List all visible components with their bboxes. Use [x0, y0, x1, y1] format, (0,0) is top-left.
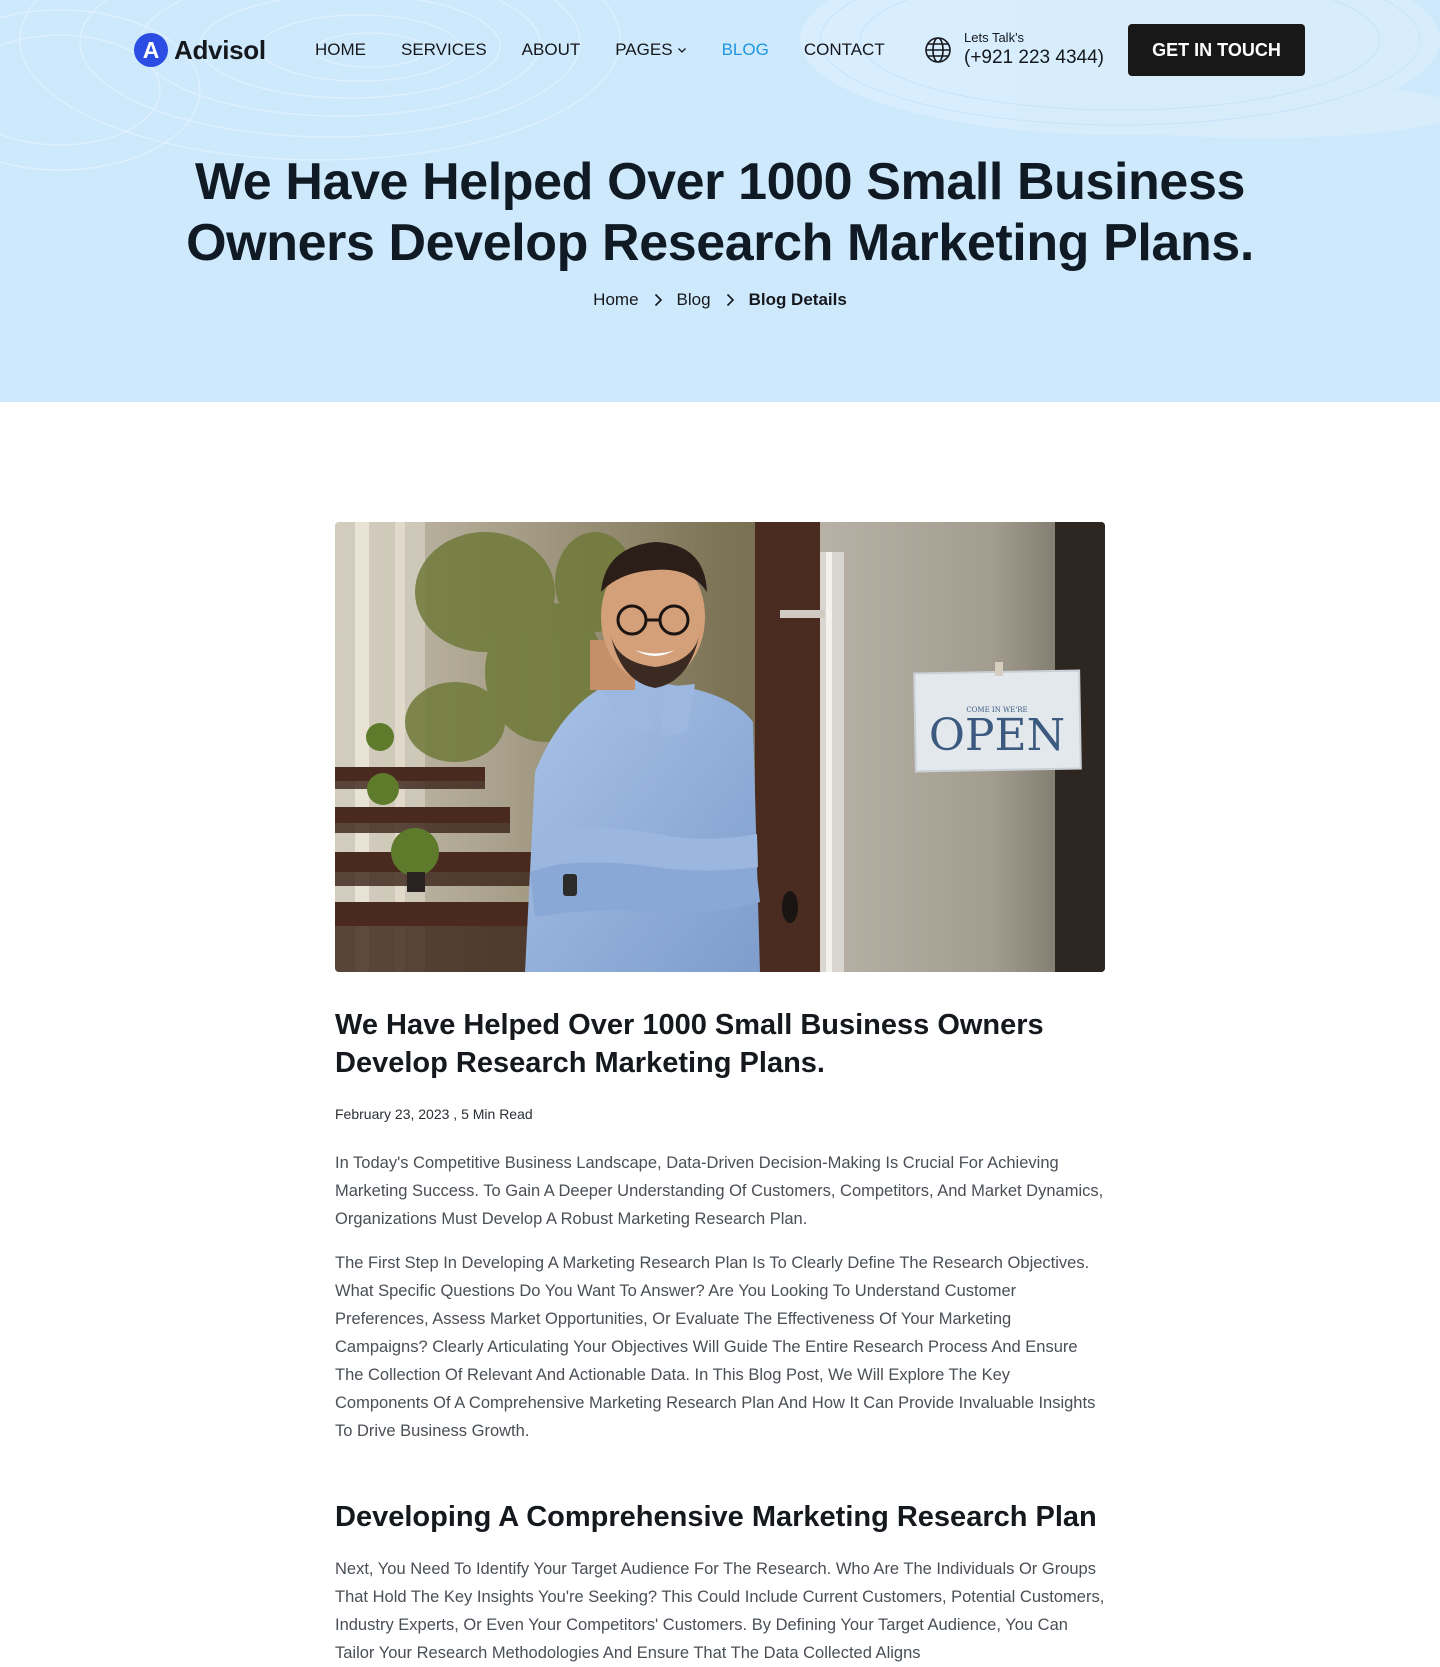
chevron-right-icon: [726, 293, 734, 307]
post-paragraph: Next, You Need To Identify Your Target A…: [335, 1560, 1105, 1662]
breadcrumb-home[interactable]: Home: [593, 290, 638, 310]
logo-mark: A: [134, 33, 168, 67]
contact-label: Lets Talk's: [964, 30, 1025, 45]
page-title: We Have Helped Over 1000 Small Business …: [186, 153, 1254, 272]
post-paragraph: The First Step In Developing A Marketing…: [335, 1254, 1096, 1440]
blog-article: COME IN WE'RE OPEN We Have Helped Over 1…: [335, 522, 1105, 1667]
sign-open-text: OPEN: [929, 710, 1065, 761]
site-header: A Advisol HOME SERVICES ABOUT PAGES BLOG…: [0, 0, 1440, 100]
nav-item-label: ABOUT: [521, 40, 581, 59]
globe-icon: [925, 37, 951, 63]
get-in-touch-button[interactable]: GET IN TOUCH: [1128, 24, 1305, 76]
post-title: We Have Helped Over 1000 Small Business …: [335, 1009, 1044, 1079]
nav-item-label: HOME: [315, 40, 366, 59]
nav-item-label: BLOG: [721, 40, 769, 59]
nav-item-home[interactable]: HOME: [315, 40, 366, 60]
post-meta: February 23, 2023 , 5 Min Read: [335, 1106, 533, 1122]
article-featured-image: COME IN WE'RE OPEN: [335, 522, 1105, 972]
breadcrumb: Home Blog Blog Details: [0, 290, 1440, 310]
header-contact[interactable]: Lets Talk's (+921 223 4344): [924, 30, 1104, 70]
nav-item-label: PAGES: [615, 40, 673, 59]
contact-phone[interactable]: (+921 223 4344): [964, 46, 1104, 70]
section-heading: Developing A Comprehensive Marketing Res…: [335, 1501, 1097, 1533]
nav-item-pages[interactable]: PAGES: [615, 40, 686, 60]
chevron-right-icon: [654, 293, 662, 307]
logo[interactable]: A Advisol: [134, 32, 266, 68]
page-hero: A Advisol HOME SERVICES ABOUT PAGES BLOG…: [0, 0, 1440, 402]
nav-item-label: CONTACT: [803, 40, 885, 59]
nav-item-services[interactable]: SERVICES: [401, 40, 487, 60]
nav-item-blog[interactable]: BLOG: [722, 40, 769, 60]
breadcrumb-current: Blog Details: [748, 290, 847, 309]
contact-text: Lets Talk's (+921 223 4344): [964, 30, 1104, 70]
breadcrumb-blog[interactable]: Blog: [677, 290, 711, 310]
nav-item-label: SERVICES: [401, 40, 487, 59]
main-nav: HOME SERVICES ABOUT PAGES BLOG CONTACT: [315, 38, 920, 62]
chevron-down-icon: [677, 48, 686, 53]
post-paragraph: In Today's Competitive Business Landscap…: [335, 1154, 1104, 1228]
nav-item-about[interactable]: ABOUT: [522, 40, 581, 60]
logo-text: Advisol: [174, 34, 266, 65]
nav-item-contact[interactable]: CONTACT: [804, 40, 885, 60]
